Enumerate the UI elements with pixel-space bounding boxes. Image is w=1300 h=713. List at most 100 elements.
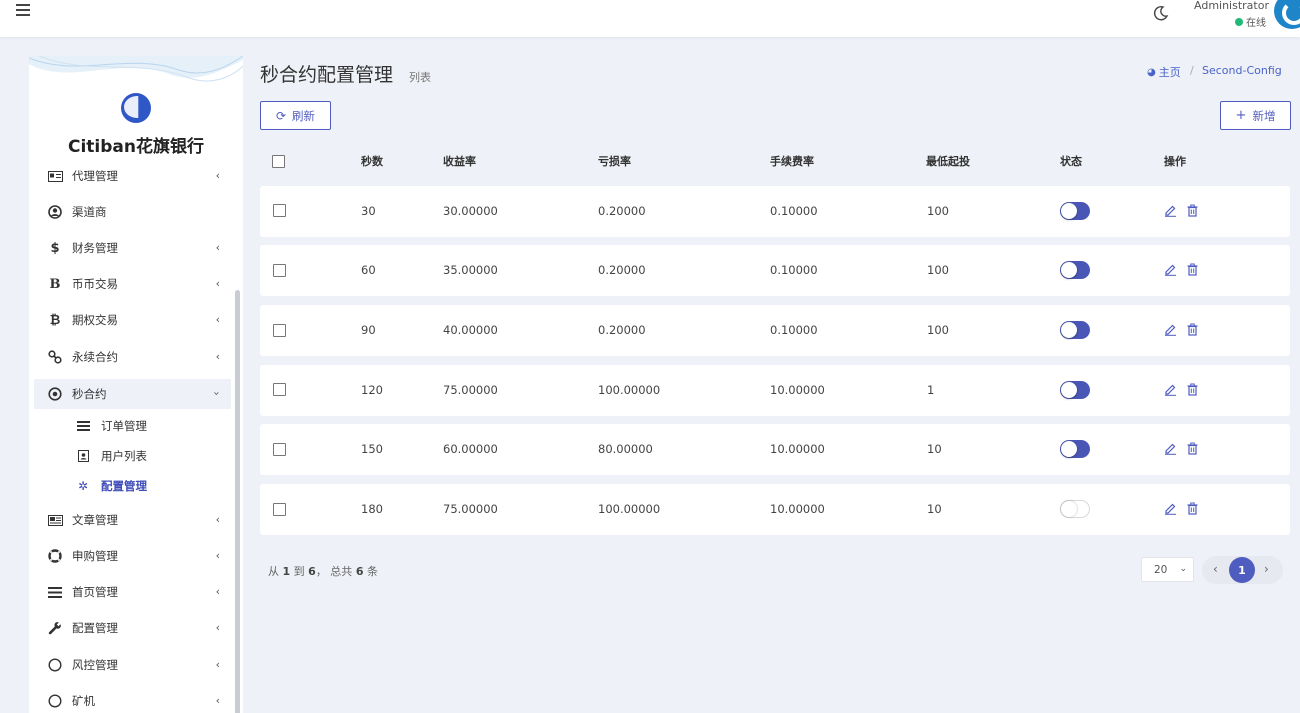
breadcrumb-home[interactable]: ◕ 主页 [1147, 64, 1181, 80]
summary-total: 6 [355, 565, 364, 578]
pagination: ‹ 1 › [1202, 556, 1283, 584]
cell-loss-rate: 0.20000 [598, 323, 646, 337]
sidebar-item-second-contract[interactable]: 秒合约 ‹ [34, 379, 231, 409]
gear-icon: ✲ [77, 479, 89, 493]
column-header: 状态 [1060, 155, 1082, 168]
trash-icon[interactable] [1186, 263, 1199, 276]
sidebar-item-finance[interactable]: $ 财务管理 ‹ [34, 233, 231, 263]
edit-icon[interactable] [1164, 323, 1177, 336]
row-checkbox[interactable] [273, 204, 286, 217]
id-card-icon [47, 168, 63, 184]
brand-logo [121, 93, 151, 123]
circle-icon [47, 657, 63, 673]
cell-fee-rate: 10.00000 [770, 502, 825, 516]
next-page-icon[interactable]: › [1264, 562, 1269, 576]
column-header[interactable]: 秒数 [361, 153, 383, 169]
letter-b-icon: B [49, 276, 61, 292]
breadcrumb-separator: / [1190, 64, 1194, 77]
page-size-select[interactable]: 20 ⌄ [1141, 557, 1194, 582]
edit-icon[interactable] [1164, 442, 1177, 455]
page-subtitle: 列表 [409, 71, 431, 84]
sidebar-item-label: 永续合约 [72, 350, 118, 364]
cell-min-invest: 1 [927, 383, 935, 397]
sidebar-item-articles[interactable]: 文章管理 ‹ [34, 505, 231, 535]
chevron-left-icon: ‹ [215, 658, 220, 671]
sidebar-item-risk[interactable]: 风控管理 ‹ [34, 650, 231, 680]
row-checkbox[interactable] [273, 503, 286, 516]
sidebar-item-options[interactable]: ₿ 期权交易 ‹ [34, 305, 231, 335]
sidebar-item-label: 币币交易 [72, 277, 118, 291]
select-all-checkbox[interactable] [272, 155, 285, 168]
cell-fee-rate: 10.00000 [770, 442, 825, 456]
sidebar-item-label: 配置管理 [72, 621, 118, 635]
cell-seconds: 60 [361, 263, 376, 277]
status-toggle[interactable] [1060, 321, 1090, 339]
row-checkbox[interactable] [273, 443, 286, 456]
avatar[interactable] [1274, 0, 1300, 29]
trash-icon[interactable] [1186, 442, 1199, 455]
add-button[interactable]: + 新增 [1220, 101, 1291, 130]
pagination-summary: 从 1 到 6， 总共 6 条 [268, 563, 378, 579]
status-toggle[interactable] [1060, 261, 1090, 279]
moon-icon[interactable] [1153, 5, 1169, 21]
sidebar-subitem-config[interactable]: ✲ 配置管理 [68, 474, 228, 498]
sidebar-item-spot-trade[interactable]: B 币币交易 ‹ [34, 269, 231, 299]
sidebar-subitem-label: 订单管理 [101, 419, 147, 433]
menu-toggle-icon[interactable] [16, 4, 30, 18]
sidebar-item-subscription[interactable]: 申购管理 ‹ [34, 541, 231, 571]
edit-icon[interactable] [1164, 502, 1177, 515]
refresh-button[interactable]: ⟳ 刷新 [260, 101, 331, 130]
status-toggle[interactable] [1060, 381, 1090, 399]
sidebar-item-label: 矿机 [72, 694, 95, 708]
sidebar-item-miner[interactable]: 矿机 ‹ [34, 686, 231, 713]
summary-text: 从 [268, 565, 279, 578]
sidebar-scrollbar[interactable] [235, 290, 240, 713]
user-status: 在线 [1235, 14, 1266, 29]
brand-name: Citiban花旗银行 [68, 137, 204, 157]
sidebar-item-settings[interactable]: 配置管理 ‹ [34, 613, 231, 643]
row-checkbox[interactable] [273, 383, 286, 396]
column-header[interactable]: 最低起投 [926, 153, 970, 169]
status-toggle[interactable] [1060, 202, 1090, 220]
prev-page-icon[interactable]: ‹ [1213, 562, 1218, 576]
cell-seconds: 30 [361, 204, 376, 218]
cell-loss-rate: 0.20000 [598, 204, 646, 218]
bitcoin-icon: ₿ [49, 313, 61, 328]
row-checkbox[interactable] [273, 264, 286, 277]
edit-icon[interactable] [1164, 383, 1177, 396]
user-name[interactable]: Administrator [1194, 0, 1269, 12]
cell-profit-rate: 35.00000 [443, 263, 498, 277]
breadcrumb-home-label: 主页 [1158, 66, 1181, 79]
trash-icon[interactable] [1186, 502, 1199, 515]
column-header[interactable]: 收益率 [443, 153, 476, 169]
sidebar-subitem-orders[interactable]: 订单管理 [68, 414, 228, 438]
sidebar-item-homepage[interactable]: 首页管理 ‹ [34, 577, 231, 607]
table-row: 150 60.00000 80.00000 10.00000 10 [260, 424, 1290, 475]
row-checkbox[interactable] [273, 324, 286, 337]
trash-icon[interactable] [1186, 323, 1199, 336]
life-ring-icon [47, 548, 63, 564]
status-toggle[interactable] [1060, 500, 1090, 518]
table-row: 30 30.00000 0.20000 0.10000 100 [260, 186, 1290, 237]
chevron-left-icon: ‹ [215, 350, 220, 363]
edit-icon[interactable] [1164, 204, 1177, 217]
edit-icon[interactable] [1164, 263, 1177, 276]
plus-icon: + [1235, 108, 1247, 123]
column-header[interactable]: 亏损率 [598, 153, 631, 169]
page-1-button[interactable]: 1 [1229, 557, 1255, 583]
sidebar-item-agent[interactable]: 代理管理 ‹ [34, 161, 231, 191]
sidebar-item-perpetual[interactable]: 永续合约 ‹ [34, 342, 231, 372]
trash-icon[interactable] [1186, 383, 1199, 396]
status-toggle[interactable] [1060, 440, 1090, 458]
sidebar-subitem-users[interactable]: 用户列表 [68, 444, 228, 468]
column-header[interactable]: 手续费率 [770, 153, 814, 169]
sidebar-item-channel[interactable]: 渠道商 [34, 197, 231, 227]
wrench-icon [47, 620, 63, 636]
newspaper-icon [47, 512, 63, 528]
cell-profit-rate: 60.00000 [443, 442, 498, 456]
top-bar: Administrator 在线 [0, 0, 1300, 37]
trash-icon[interactable] [1186, 204, 1199, 217]
sidebar-subitem-label: 用户列表 [101, 449, 147, 463]
sidebar-item-label: 秒合约 [72, 387, 107, 401]
table-row: 90 40.00000 0.20000 0.10000 100 [260, 305, 1290, 356]
